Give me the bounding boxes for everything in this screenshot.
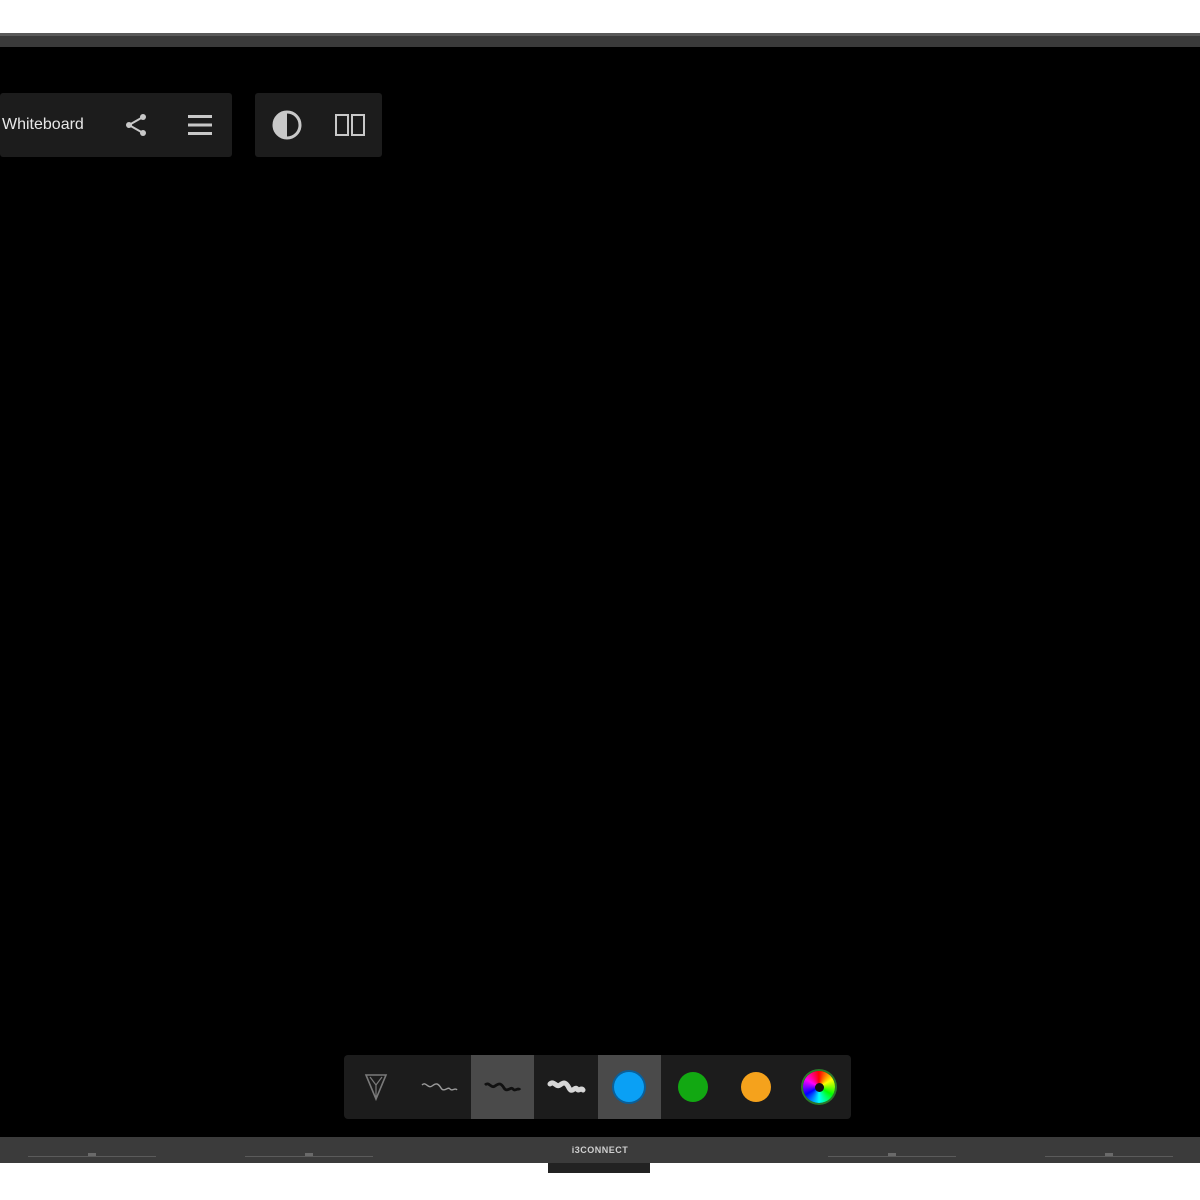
medium-stroke-button[interactable] [470,1055,535,1119]
brand-logo: i3CONNECT [571,1145,629,1155]
color-wheel-center [814,1082,824,1092]
color-picker-button[interactable] [788,1055,851,1119]
hamburger-menu-icon [188,115,212,135]
main-toolbar: w Whiteboard [0,93,232,157]
chin-line [28,1156,156,1157]
color-wheel-icon [803,1071,836,1103]
chin-line [828,1156,956,1157]
share-button[interactable] [116,105,156,145]
view-toolbar [255,93,382,157]
thin-stroke-button[interactable] [407,1055,470,1119]
device-frame: w Whiteboard [0,0,1200,1200]
chin-line [245,1156,373,1157]
thick-stroke-icon [547,1080,586,1093]
chin-line [1045,1156,1173,1157]
contrast-icon [272,110,302,140]
split-view-button[interactable] [330,105,370,145]
pen-tip-icon [364,1074,387,1102]
display-bezel: w Whiteboard [0,33,1200,1163]
color-green-button[interactable] [661,1055,724,1119]
blue-swatch [614,1072,645,1102]
color-orange-button[interactable] [724,1055,787,1119]
whiteboard-canvas[interactable]: w Whiteboard [0,47,1200,1137]
medium-stroke-icon [484,1082,522,1092]
color-blue-button[interactable] [597,1055,661,1119]
thin-stroke-icon [421,1083,458,1091]
pen-tip-button[interactable] [344,1055,407,1119]
share-icon [126,114,146,136]
app-title: w Whiteboard [0,116,84,133]
split-view-icon [335,114,365,136]
display-stand [548,1163,650,1173]
bezel-top-edge [0,33,1200,36]
contrast-button[interactable] [267,105,307,145]
green-swatch [677,1072,708,1102]
orange-swatch [740,1072,771,1102]
drawing-toolbar [344,1055,851,1119]
menu-button[interactable] [180,105,220,145]
thick-stroke-button[interactable] [534,1055,597,1119]
